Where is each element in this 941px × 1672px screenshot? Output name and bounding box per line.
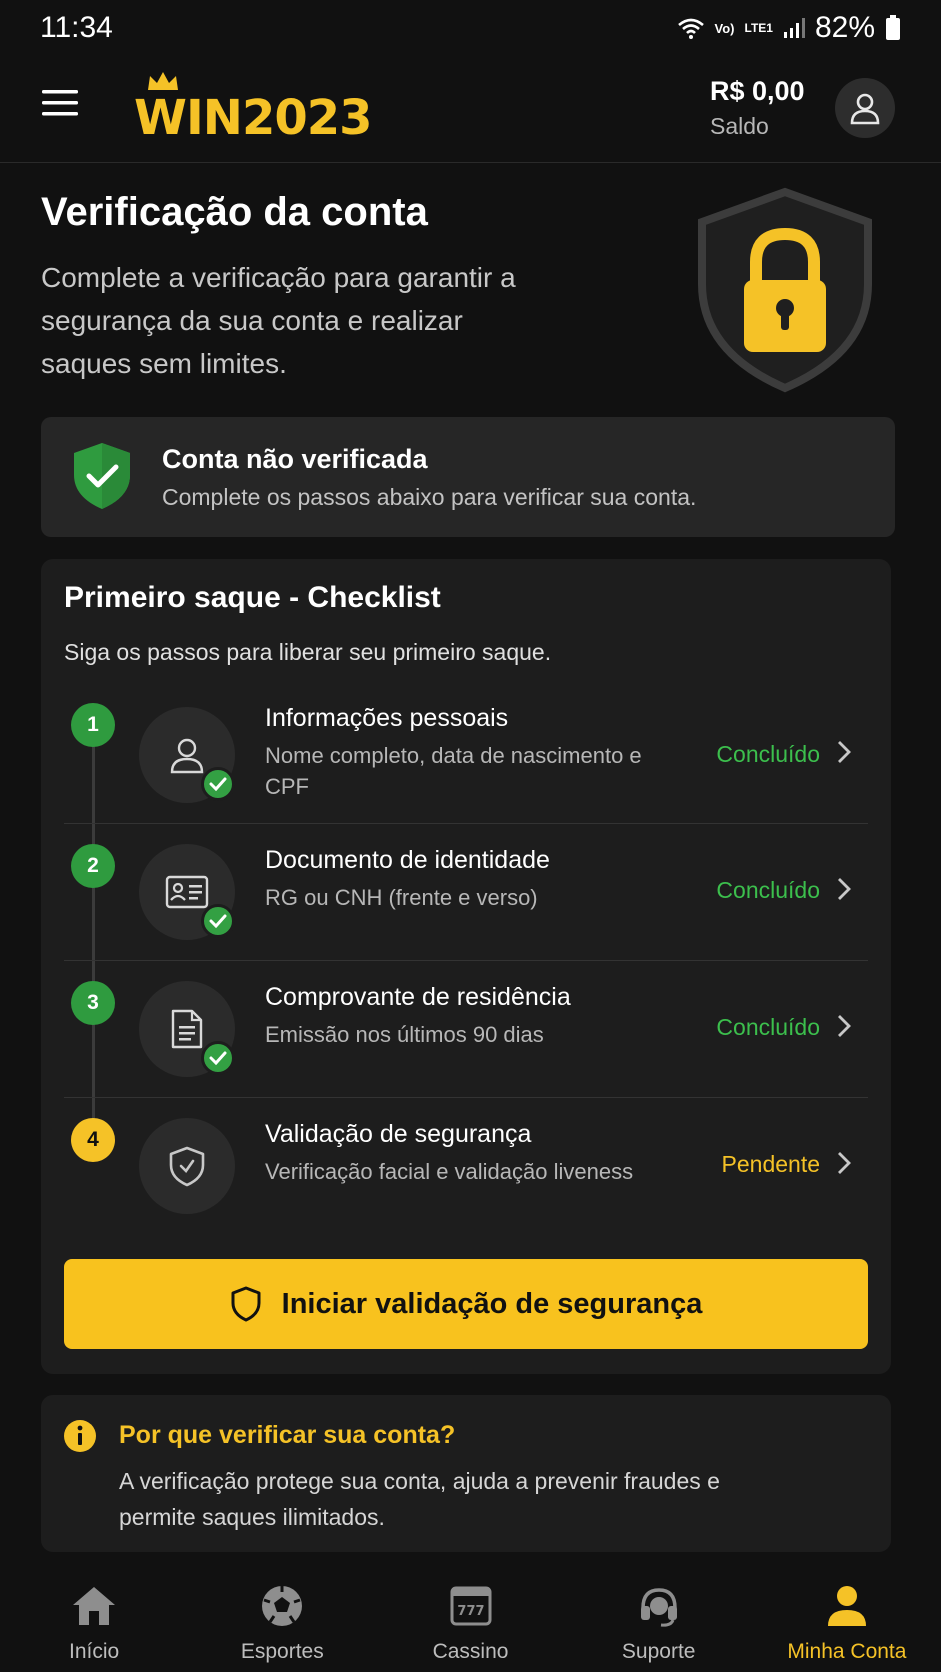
checklist-card: Primeiro saque - Checklist Siga os passo…	[41, 559, 891, 1374]
signal-icon	[783, 18, 805, 38]
start-security-validation-button[interactable]: Iniciar validação de segurança	[64, 1259, 868, 1349]
step-number: 1	[71, 703, 115, 747]
nav-item-suporte[interactable]: Suporte	[565, 1560, 753, 1672]
info-icon	[64, 1420, 96, 1452]
nav-label: Esportes	[240, 1640, 324, 1663]
step-number: 4	[71, 1118, 115, 1162]
battery-percent: 82%	[814, 11, 875, 44]
check-icon	[209, 914, 227, 928]
page-title: Verificação da conta	[41, 190, 428, 234]
document-icon	[171, 1009, 203, 1049]
step-description: RG ou CNH (frente e verso)	[265, 885, 538, 910]
checklist-step-identity-document[interactable]: 2 Documento de identidade RG ou CNH (fre…	[64, 824, 868, 961]
step-description: Emissão nos últimos 90 dias	[265, 1022, 544, 1047]
step-icon-wrap	[139, 981, 235, 1077]
network-label-lte: LTE1	[744, 21, 773, 35]
check-badge	[201, 767, 235, 801]
info-card: Por que verificar sua conta? A verificaç…	[41, 1395, 891, 1552]
step-description: Verificação facial e validação liveness	[265, 1159, 634, 1184]
checklist-step-personal-info[interactable]: 1 Informações pessoais Nome completo, da…	[64, 687, 868, 824]
checklist-title: Primeiro saque - Checklist	[64, 581, 441, 614]
checklist-step-proof-of-residence[interactable]: 3 Comprovante de residência Emissão nos …	[64, 961, 868, 1098]
chevron-right-icon	[838, 1152, 851, 1174]
chevron-right-icon	[838, 1015, 851, 1037]
status-bar: 11:34 Vo) LTE1 82%	[0, 0, 941, 56]
nav-label: Início	[69, 1640, 120, 1663]
step-number: 3	[71, 981, 115, 1025]
check-icon	[209, 1051, 227, 1065]
user-icon	[850, 93, 880, 125]
check-icon	[209, 777, 227, 791]
status-icons: Vo) LTE1 82%	[677, 11, 901, 45]
step-title: Documento de identidade	[265, 846, 550, 874]
info-title: Por que verificar sua conta?	[119, 1421, 456, 1449]
shield-check-icon	[74, 443, 130, 509]
checklist-subtitle: Siga os passos para liberar seu primeiro…	[64, 639, 552, 665]
chevron-right-icon	[838, 878, 851, 900]
step-title: Informações pessoais	[265, 704, 509, 732]
menu-button[interactable]	[40, 88, 84, 128]
logo-text: WIN2023	[134, 90, 373, 146]
home-icon	[73, 1587, 116, 1625]
status-time: 11:34	[40, 11, 113, 44]
slot-machine-icon: 777	[450, 1586, 491, 1626]
user-icon	[170, 738, 204, 774]
headset-icon	[640, 1588, 677, 1627]
wifi-icon	[677, 18, 704, 39]
step-icon-wrap	[139, 707, 235, 803]
network-label-vo: Vo)	[714, 20, 735, 36]
check-badge	[201, 904, 235, 938]
app-header: WIN2023 R$ 0,00 Saldo	[0, 56, 941, 163]
user-icon	[827, 1586, 866, 1626]
shield-check-icon	[169, 1146, 205, 1187]
avatar-button[interactable]	[835, 78, 895, 138]
balance-value: R$ 0,00	[710, 76, 805, 106]
step-title: Validação de segurança	[265, 1120, 532, 1148]
brand-logo[interactable]: WIN2023	[134, 70, 374, 150]
shield-icon	[231, 1286, 261, 1322]
nav-label: Suporte	[621, 1640, 696, 1663]
check-badge	[201, 1041, 235, 1075]
nav-item-esportes[interactable]: Esportes	[188, 1560, 376, 1672]
step-icon-wrap	[139, 1118, 235, 1214]
bottom-navigation: Início Esportes 777 Cassino Suporte Minh…	[0, 1560, 941, 1672]
balance[interactable]: R$ 0,00 Saldo	[710, 76, 805, 140]
page-subtitle: Complete a verificação para garantir a s…	[41, 262, 516, 379]
shield-lock-icon	[698, 187, 872, 393]
step-icon-wrap	[139, 844, 235, 940]
nav-label: Cassino	[432, 1640, 509, 1663]
soccer-ball-icon	[262, 1586, 303, 1626]
info-text: A verificação protege sua conta, ajuda a…	[119, 1468, 720, 1530]
svg-text:777: 777	[457, 1604, 484, 1619]
nav-item-cassino[interactable]: 777 Cassino	[376, 1560, 564, 1672]
nav-item-inicio[interactable]: Início	[0, 1560, 188, 1672]
nav-label: Minha Conta	[787, 1640, 907, 1663]
nav-item-minha-conta[interactable]: Minha Conta	[753, 1560, 941, 1672]
chevron-right-icon	[838, 741, 851, 763]
step-description: Nome completo, data de nascimento e CPF	[265, 743, 642, 799]
id-card-icon	[165, 875, 209, 909]
step-title: Comprovante de residência	[265, 983, 571, 1011]
status-description: Complete os passos abaixo para verificar…	[162, 484, 697, 510]
step-status: Pendente	[721, 1151, 820, 1177]
status-title: Conta não verificada	[162, 444, 428, 474]
account-status-card: Conta não verificada Complete os passos …	[41, 417, 895, 537]
checklist-step-security-validation[interactable]: 4 Validação de segurança Verificação fac…	[64, 1098, 868, 1235]
step-status: Concluído	[716, 877, 820, 903]
hamburger-icon	[42, 90, 78, 116]
step-status: Concluído	[716, 1014, 820, 1040]
crown-icon	[148, 72, 178, 90]
step-status: Concluído	[716, 741, 820, 767]
step-number: 2	[71, 844, 115, 888]
battery-icon	[886, 15, 900, 40]
balance-label: Saldo	[710, 113, 769, 139]
cta-label: Iniciar validação de segurança	[281, 1287, 703, 1320]
